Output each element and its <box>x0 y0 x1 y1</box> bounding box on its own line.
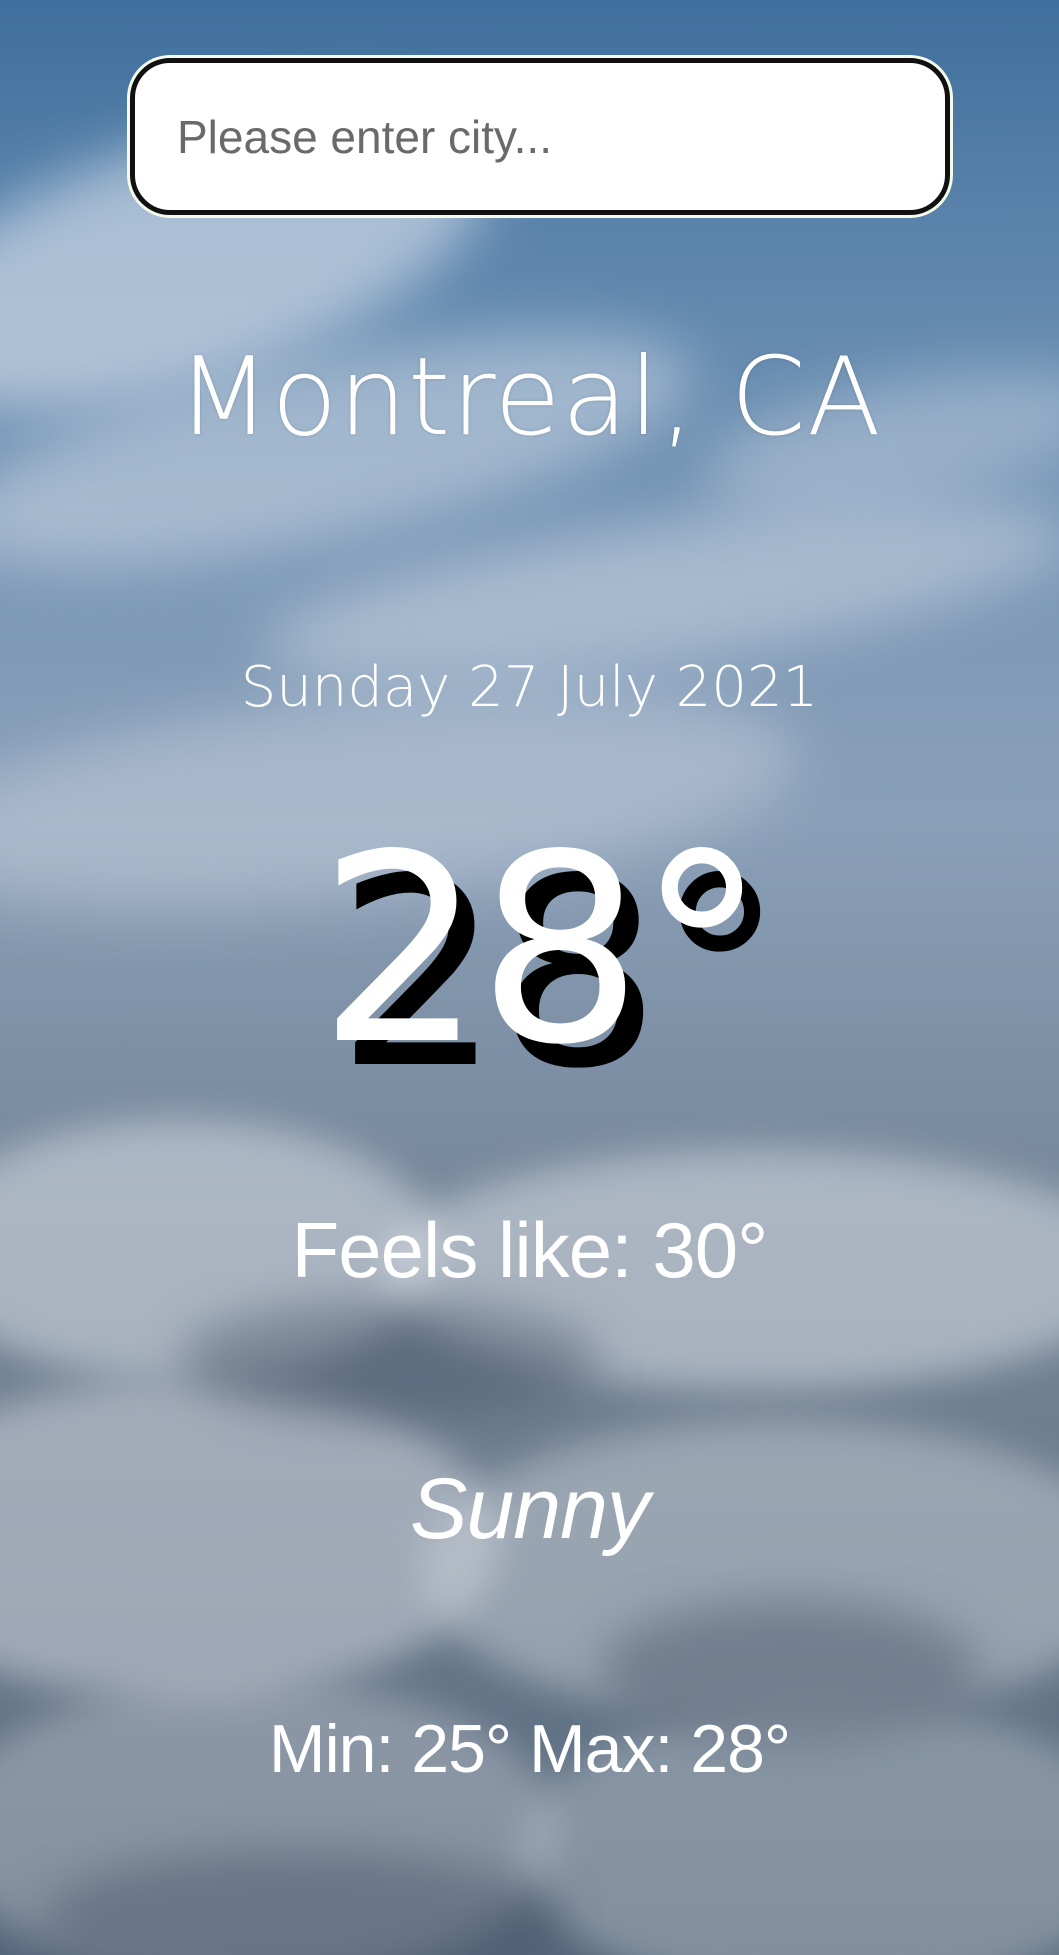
location-label: Montreal, CA <box>177 335 882 460</box>
weather-condition: Sunny <box>410 1461 650 1557</box>
current-temperature: 28° <box>318 800 767 1102</box>
search-box[interactable] <box>130 58 950 215</box>
feels-like-label: Feels like: 30° <box>291 1206 769 1294</box>
date-label: Sunday 27 July 2021 <box>240 655 819 720</box>
min-max-temperature: Min: 25° Max: 28° <box>268 1711 791 1787</box>
city-search-input[interactable] <box>135 63 945 210</box>
